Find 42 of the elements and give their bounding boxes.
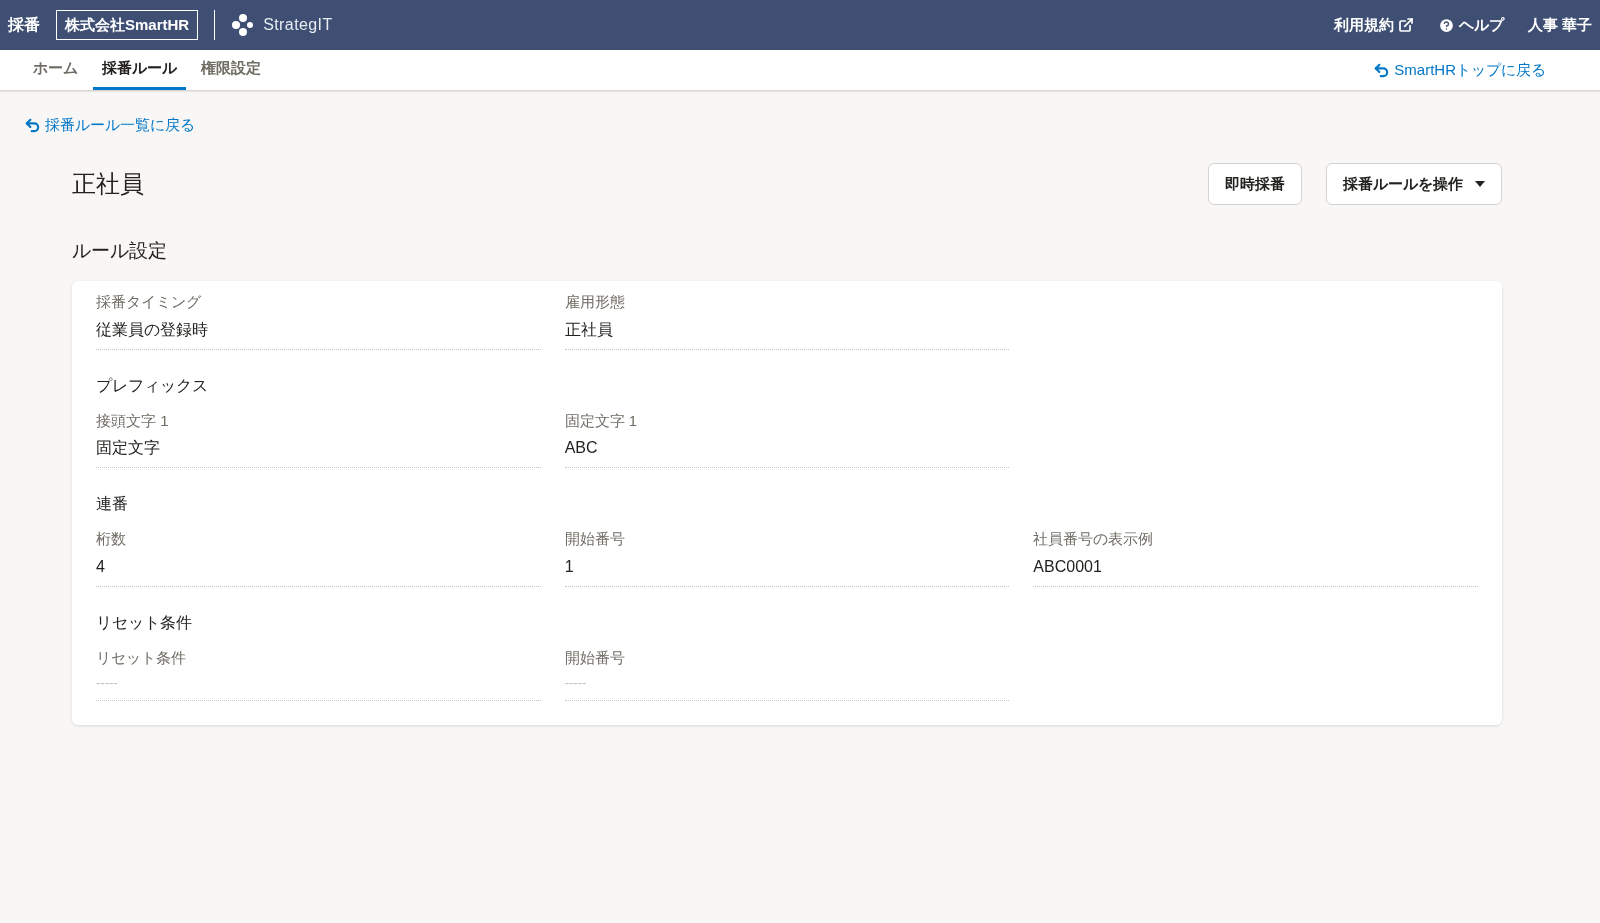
- help-icon: [1437, 16, 1455, 34]
- field-label: リセット条件: [96, 647, 187, 668]
- field-label: 開始番号: [564, 647, 626, 668]
- field-value: ABC: [564, 438, 599, 459]
- field-value: -----: [564, 674, 588, 693]
- company-name[interactable]: 株式会社SmartHR: [56, 9, 199, 41]
- field-value: 4: [96, 556, 106, 577]
- field-label: 社員番号の表示例: [1033, 529, 1155, 550]
- field-label: 固定文字 1: [564, 410, 639, 431]
- group-heading: 連番: [96, 494, 129, 515]
- caret-icon: [1475, 180, 1485, 187]
- app-name: 採番: [8, 15, 40, 35]
- nav-tab[interactable]: 採番ルール: [93, 50, 186, 90]
- issue-now-button[interactable]: 即時採番: [1208, 162, 1302, 205]
- field-label: 桁数: [96, 529, 127, 550]
- group-heading: プレフィックス: [96, 375, 209, 396]
- logo-icon: [231, 13, 256, 37]
- field-value: 1: [564, 556, 575, 577]
- field-value: 固定文字: [96, 438, 161, 459]
- back-link[interactable]: 採番ルール一覧に戻る: [24, 114, 195, 137]
- field-label: 雇用形態: [564, 292, 626, 313]
- help-link[interactable]: ヘルプ: [1437, 13, 1504, 37]
- field-label: 採番タイミング: [96, 292, 202, 313]
- group-heading: リセット条件: [96, 612, 193, 633]
- field-value: 従業員の登録時: [96, 319, 209, 340]
- external-link-icon: [1397, 17, 1414, 33]
- logo-text: StrategIT: [263, 15, 333, 35]
- field-label: 開始番号: [564, 529, 626, 550]
- nav-tab[interactable]: 権限設定: [192, 50, 270, 90]
- back-icon: [1373, 61, 1391, 79]
- smarthr-top-link[interactable]: SmartHRトップに戻る: [1373, 58, 1576, 82]
- field-value: 正社員: [564, 319, 614, 340]
- page-title: 正社員: [72, 168, 144, 199]
- back-icon: [24, 116, 41, 134]
- field-value: ABC0001: [1033, 556, 1103, 577]
- field-value: -----: [96, 674, 119, 693]
- nav-tab[interactable]: ホーム: [24, 50, 87, 90]
- operate-dropdown-button[interactable]: 採番ルールを操作: [1326, 162, 1502, 205]
- section-title: ルール設定: [72, 238, 168, 263]
- user-menu[interactable]: 人事 華子: [1527, 13, 1592, 37]
- terms-link[interactable]: 利用規約: [1333, 13, 1414, 37]
- field-label: 接頭文字 1: [96, 410, 170, 431]
